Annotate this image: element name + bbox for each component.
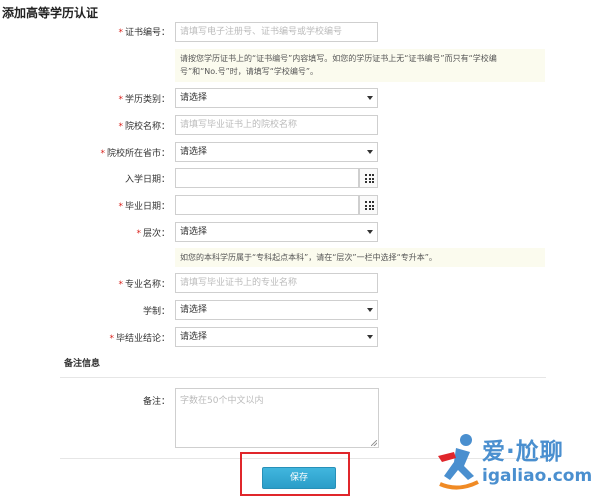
grad-date-calendar-button[interactable]	[359, 195, 378, 215]
conclusion-value: 请选择	[180, 332, 208, 342]
enroll-date-calendar-button[interactable]	[359, 168, 378, 188]
level-select[interactable]: 请选择	[175, 222, 378, 242]
form-row-school-name: * 院校名称： 请填写毕业证书上的院校名称	[0, 115, 593, 137]
level-label: * 层次：	[136, 229, 170, 239]
conclusion-label: * 毕结业结论：	[109, 334, 170, 344]
cert-no-input[interactable]: 请填写电子注册号、证书编号或学校编号	[175, 22, 378, 42]
form-row-conclusion: * 毕结业结论： 请选择	[0, 327, 593, 349]
major-label: * 专业名称：	[118, 280, 170, 290]
form-row-edu-type: * 学历类别： 请选择	[0, 88, 593, 110]
section-divider	[60, 377, 546, 378]
form-row-grad-date: * 毕业日期：	[0, 195, 593, 217]
chevron-down-icon	[367, 335, 373, 339]
watermark-en-text: igaliao.com	[482, 466, 593, 486]
duration-value: 请选择	[180, 305, 208, 315]
chevron-down-icon	[367, 230, 373, 234]
chevron-down-icon	[367, 96, 373, 100]
cert-no-tip: 请按您学历证书上的“证书编号”内容填写。如您的学历证书上无“证书编号”而只有“学…	[175, 49, 545, 82]
resize-handle-icon[interactable]	[371, 440, 377, 446]
remarks-placeholder: 字数在50个中文以内	[180, 396, 264, 406]
level-tip: 如您的本科学历属于“专科起点本科”，请在“层次”一栏中选择“专升本”。	[175, 248, 545, 267]
form-row-enroll-date: 入学日期：	[0, 168, 593, 190]
form-row-major: * 专业名称： 请填写毕业证书上的专业名称	[0, 273, 593, 295]
school-province-select[interactable]: 请选择	[175, 142, 378, 162]
cert-no-label: * 证书编号：	[118, 28, 170, 38]
page-title: 添加高等学历认证	[2, 6, 99, 20]
save-button[interactable]: 保存	[262, 467, 336, 489]
form-row-level: * 层次： 请选择	[0, 222, 593, 244]
cert-tip-line2: 号”和“No.号”时，请填写“学校编号”。	[180, 67, 319, 76]
grad-date-label: * 毕业日期：	[118, 202, 170, 212]
calendar-icon	[365, 174, 374, 183]
cert-tip-line1: 请按您学历证书上的“证书编号”内容填写。如您的学历证书上无“证书编号”而只有“学…	[180, 54, 497, 63]
edu-type-select[interactable]: 请选择	[175, 88, 378, 108]
enroll-date-input[interactable]	[175, 168, 359, 188]
watermark-cn-text: 爱·尬聊	[482, 439, 564, 465]
watermark: 爱·尬聊 igaliao.com	[436, 430, 593, 496]
school-province-label: * 院校所在省市：	[100, 149, 170, 159]
enroll-date-label: 入学日期：	[124, 175, 170, 185]
chevron-down-icon	[367, 308, 373, 312]
edu-type-value: 请选择	[180, 93, 208, 103]
duration-select[interactable]: 请选择	[175, 300, 378, 320]
form-row-cert-no: * 证书编号： 请填写电子注册号、证书编号或学校编号	[0, 22, 593, 44]
remarks-label: 备注：	[142, 397, 170, 407]
grad-date-input[interactable]	[175, 195, 359, 215]
school-name-label: * 院校名称：	[118, 122, 170, 132]
conclusion-select[interactable]: 请选择	[175, 327, 378, 347]
edu-type-label: * 学历类别：	[118, 95, 170, 105]
school-province-value: 请选择	[180, 147, 208, 157]
level-value: 请选择	[180, 227, 208, 237]
form-row-duration: 学制： 请选择	[0, 300, 593, 322]
major-input[interactable]: 请填写毕业证书上的专业名称	[175, 273, 378, 293]
form-row-school-province: * 院校所在省市： 请选择	[0, 142, 593, 164]
school-name-input[interactable]: 请填写毕业证书上的院校名称	[175, 115, 378, 135]
remarks-textarea[interactable]: 字数在50个中文以内	[175, 388, 379, 448]
duration-label: 学制：	[142, 307, 170, 317]
calendar-icon	[365, 201, 374, 210]
chevron-down-icon	[367, 150, 373, 154]
runner-logo-icon	[438, 434, 479, 490]
remarks-section-title: 备注信息	[64, 359, 101, 369]
